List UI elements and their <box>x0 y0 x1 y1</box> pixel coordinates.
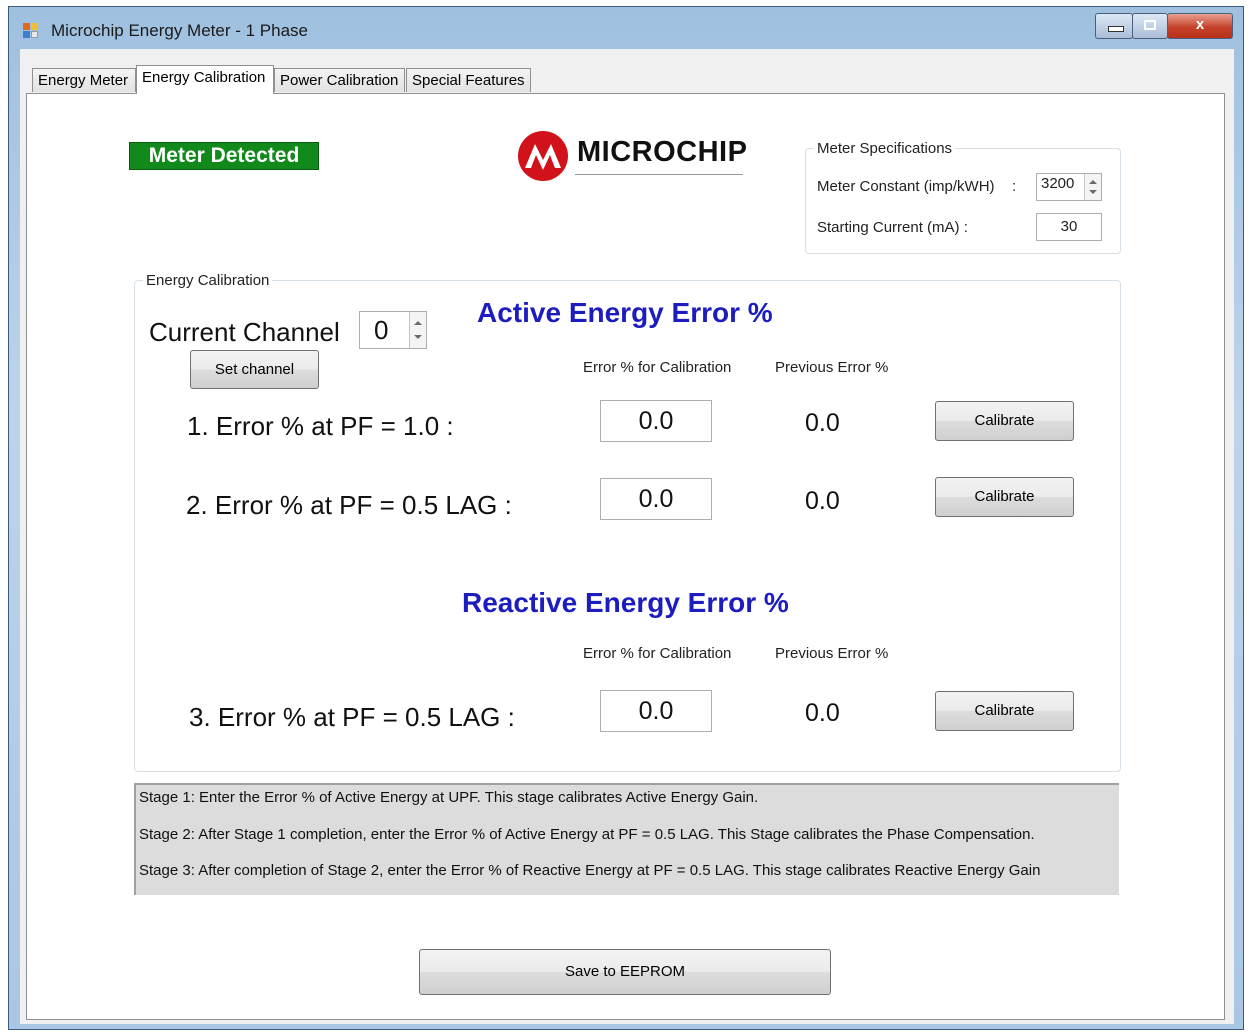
current-channel-spinner[interactable]: 0 <box>359 311 427 349</box>
energy-calibration-legend: Energy Calibration <box>146 272 270 289</box>
reactive-energy-heading: Reactive Energy Error % <box>462 587 789 618</box>
save-to-eeprom-button[interactable]: Save to EEPROM <box>419 949 831 995</box>
row-label: 1. Error % at PF = 1.0 : <box>187 411 454 441</box>
maximize-button[interactable] <box>1132 13 1168 39</box>
previous-error-value: 0.0 <box>805 487 840 515</box>
title-bar[interactable]: Microchip Energy Meter - 1 Phase x <box>9 7 1243 49</box>
logo-text: MICROCHIP <box>577 136 748 168</box>
current-channel-label: Current Channel <box>149 317 340 347</box>
status-badge: Meter Detected <box>129 142 319 170</box>
active-energy-heading: Active Energy Error % <box>477 297 773 328</box>
row-label: 2. Error % at PF = 0.5 LAG : <box>186 490 512 520</box>
calibrate-button[interactable]: Calibrate <box>935 477 1074 517</box>
client-area: Energy Meter Energy Calibration Power Ca… <box>20 49 1234 1024</box>
previous-error-value: 0.0 <box>805 409 840 437</box>
instruction-line: Stage 1: Enter the Error % of Active Ene… <box>139 789 759 806</box>
active-col-error-header: Error % for Calibration <box>583 359 732 376</box>
calibrate-button[interactable]: Calibrate <box>935 691 1074 731</box>
active-col-previous-header: Previous Error % <box>775 359 889 376</box>
previous-error-value: 0.0 <box>805 699 840 727</box>
instruction-line: Stage 3: After completion of Stage 2, en… <box>139 862 1041 879</box>
close-icon: x <box>1195 16 1205 33</box>
error-input[interactable]: 0.0 <box>600 690 712 732</box>
row-label: 3. Error % at PF = 0.5 LAG : <box>189 702 515 732</box>
reactive-col-previous-header: Previous Error % <box>775 645 889 662</box>
microchip-logo-icon <box>518 131 568 181</box>
starting-current-input[interactable]: 30 <box>1036 213 1102 241</box>
app-window: Microchip Energy Meter - 1 Phase x Energ… <box>8 6 1244 1030</box>
error-input[interactable]: 0.0 <box>600 478 712 520</box>
reactive-col-error-header: Error % for Calibration <box>583 645 732 662</box>
starting-current-label: Starting Current (mA) : <box>817 219 968 236</box>
meter-specifications-legend: Meter Specifications <box>817 140 953 157</box>
app-icon <box>23 23 39 39</box>
meter-constant-value[interactable]: 3200 <box>1041 175 1074 192</box>
minimize-icon <box>1108 26 1124 32</box>
maximize-icon <box>1144 20 1156 30</box>
tab-power-calibration[interactable]: Power Calibration <box>274 68 405 92</box>
spinner-arrows-icon[interactable] <box>1084 174 1101 200</box>
tab-energy-meter[interactable]: Energy Meter <box>32 68 136 92</box>
window-title: Microchip Energy Meter - 1 Phase <box>51 21 308 40</box>
instructions-panel: Stage 1: Enter the Error % of Active Ene… <box>134 783 1119 895</box>
meter-constant-separator: : <box>1012 178 1017 195</box>
meter-constant-label: Meter Constant (imp/kWH) <box>817 178 995 195</box>
current-channel-value[interactable]: 0 <box>374 315 388 346</box>
logo-underline <box>575 174 743 175</box>
minimize-button[interactable] <box>1095 13 1133 39</box>
tab-energy-calibration[interactable]: Energy Calibration <box>136 65 274 94</box>
close-button[interactable]: x <box>1167 13 1233 39</box>
spinner-arrows-icon[interactable] <box>409 312 426 348</box>
set-channel-button[interactable]: Set channel <box>190 350 319 389</box>
calibrate-button[interactable]: Calibrate <box>935 401 1074 441</box>
energy-calibration-page: Meter Detected MICROCHIP Meter Specifica… <box>26 93 1225 1020</box>
meter-constant-spinner[interactable]: 3200 <box>1036 173 1102 201</box>
instruction-line: Stage 2: After Stage 1 completion, enter… <box>139 826 1035 843</box>
tab-special-features[interactable]: Special Features <box>406 68 531 92</box>
error-input[interactable]: 0.0 <box>600 400 712 442</box>
